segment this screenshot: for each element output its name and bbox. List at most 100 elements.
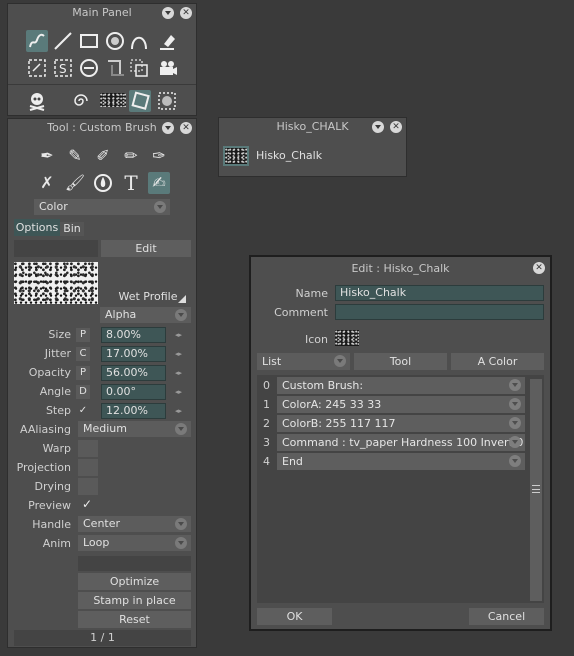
angle-arrows-icon[interactable]: ◂▸ bbox=[175, 387, 187, 397]
tab-options[interactable]: Options bbox=[14, 219, 60, 236]
hisko-brush-item[interactable]: Hisko_Chalk bbox=[223, 144, 403, 168]
brush-icon-preview[interactable] bbox=[335, 330, 359, 346]
reset-button[interactable]: Reset bbox=[78, 611, 191, 628]
text-icon[interactable]: T bbox=[120, 172, 142, 194]
list-item[interactable]: 2 ColorB: 255 117 117 bbox=[257, 415, 525, 432]
close-icon[interactable]: ✕ bbox=[180, 122, 192, 134]
step-arrows-icon[interactable]: ◂▸ bbox=[175, 406, 187, 416]
circle-icon[interactable] bbox=[104, 30, 126, 52]
close-icon[interactable]: ✕ bbox=[180, 7, 192, 19]
drop-icon[interactable] bbox=[92, 172, 114, 194]
opacity-pressure-toggle[interactable]: P bbox=[76, 366, 90, 380]
angle-field[interactable]: 0.00° bbox=[101, 384, 166, 400]
pencil-icon[interactable]: ✏ bbox=[120, 145, 142, 167]
param-jitter: Jitter C 17.00% ◂▸ bbox=[8, 345, 198, 364]
color-mode-select[interactable]: Color bbox=[34, 199, 170, 215]
list-select[interactable]: List bbox=[257, 353, 350, 370]
rectangle-icon[interactable] bbox=[78, 30, 100, 52]
ok-button[interactable]: OK bbox=[257, 608, 332, 625]
cancel-button[interactable]: Cancel bbox=[469, 608, 544, 625]
pen-nib-icon[interactable]: ✒ bbox=[36, 145, 58, 167]
warp-toggle[interactable] bbox=[78, 440, 98, 457]
eraser-icon[interactable] bbox=[156, 30, 178, 52]
camera-icon[interactable] bbox=[156, 57, 178, 79]
custom-brush-icon[interactable]: ✍ bbox=[148, 172, 170, 194]
anim-value: Loop bbox=[83, 536, 110, 549]
arc-icon[interactable] bbox=[128, 30, 150, 52]
line-icon[interactable] bbox=[52, 30, 74, 52]
step-checkbox[interactable]: ✓ bbox=[76, 404, 90, 418]
tab-bin[interactable]: Bin bbox=[60, 222, 84, 236]
chevron-down-icon bbox=[175, 423, 187, 435]
transform-icon[interactable] bbox=[129, 90, 151, 112]
scrollbar-grip-icon[interactable] bbox=[532, 485, 540, 493]
minimize-icon[interactable] bbox=[162, 122, 174, 134]
anim-select[interactable]: Loop bbox=[78, 535, 191, 551]
minimize-icon[interactable] bbox=[372, 121, 384, 133]
aaliasing-select[interactable]: Medium bbox=[78, 421, 191, 437]
crop-icon[interactable] bbox=[104, 57, 126, 79]
tool-panel-titlebar[interactable]: Tool : Custom Brush ✕ bbox=[8, 119, 196, 137]
list-item-value[interactable]: ColorA: 245 33 33 bbox=[277, 396, 525, 413]
spiral-icon[interactable] bbox=[70, 90, 92, 112]
list-item[interactable]: 4 End bbox=[257, 453, 525, 470]
panel-divider bbox=[8, 84, 196, 85]
list-item[interactable]: 0 Custom Brush: bbox=[257, 377, 525, 394]
hisko-panel-titlebar[interactable]: Hisko_CHALK ✕ bbox=[219, 118, 406, 136]
stamp-in-place-label: Stamp in place bbox=[93, 594, 176, 607]
paintbrush-icon[interactable]: 🖌︎ bbox=[64, 172, 86, 194]
minus-circle-icon[interactable] bbox=[78, 57, 100, 79]
layers-icon[interactable] bbox=[128, 57, 150, 79]
chevron-down-icon bbox=[175, 537, 187, 549]
freehand-draw-icon[interactable] bbox=[26, 30, 48, 52]
list-item-number: 1 bbox=[263, 398, 270, 411]
comment-field[interactable] bbox=[335, 304, 544, 320]
size-field[interactable]: 8.00% bbox=[101, 327, 166, 343]
step-field[interactable]: 12.00% bbox=[101, 403, 166, 419]
drying-toggle[interactable] bbox=[78, 478, 98, 495]
size-pressure-toggle[interactable]: P bbox=[76, 328, 90, 342]
opacity-field[interactable]: 56.00% bbox=[101, 365, 166, 381]
list-item-value[interactable]: ColorB: 255 117 117 bbox=[277, 415, 525, 432]
color-mode-value: Color bbox=[39, 200, 68, 213]
brush-preview[interactable] bbox=[100, 93, 126, 107]
minimize-icon[interactable] bbox=[162, 7, 174, 19]
list-item[interactable]: 3 Command : tv_paper Hardness 100 Invert… bbox=[257, 434, 525, 451]
list-item-value[interactable]: Custom Brush: bbox=[277, 377, 525, 394]
jitter-arrows-icon[interactable]: ◂▸ bbox=[175, 349, 187, 359]
list-item-value[interactable]: Command : tv_paper Hardness 100 Invert 0… bbox=[277, 434, 525, 451]
selection-freehand-icon[interactable] bbox=[26, 57, 48, 79]
wet-profile-corner bbox=[178, 295, 186, 303]
alpha-select[interactable]: Alpha bbox=[100, 307, 191, 323]
close-icon[interactable]: ✕ bbox=[390, 121, 402, 133]
airbrush-icon[interactable]: ✐ bbox=[92, 145, 114, 167]
name-field[interactable]: Hisko_Chalk bbox=[335, 285, 544, 301]
list-item-value[interactable]: End bbox=[277, 453, 525, 470]
marker-icon[interactable]: ✎ bbox=[64, 145, 86, 167]
a-color-button[interactable]: A Color bbox=[451, 353, 544, 370]
skull-icon[interactable] bbox=[26, 90, 48, 112]
angle-direction-toggle[interactable]: D bbox=[76, 385, 90, 399]
crossed-brush-icon[interactable]: ✗ bbox=[36, 172, 58, 194]
opacity-arrows-icon[interactable]: ◂▸ bbox=[175, 368, 187, 378]
close-icon[interactable]: ✕ bbox=[533, 262, 545, 274]
main-panel-titlebar[interactable]: Main Panel ✕ bbox=[8, 4, 196, 22]
tool-button[interactable]: Tool bbox=[354, 353, 447, 370]
selection-s-icon[interactable]: S bbox=[52, 57, 74, 79]
optimize-button[interactable]: Optimize bbox=[78, 573, 191, 590]
stamp-icon[interactable] bbox=[156, 90, 178, 112]
stamp-in-place-button[interactable]: Stamp in place bbox=[78, 592, 191, 609]
edit-dialog-titlebar[interactable]: Edit : Hisko_Chalk ✕ bbox=[251, 260, 550, 278]
wet-profile-label[interactable]: Wet Profile bbox=[108, 290, 188, 303]
edit-button[interactable]: Edit bbox=[101, 240, 191, 257]
list-scrollbar[interactable] bbox=[530, 379, 542, 601]
preview-checkbox[interactable]: ✓ bbox=[82, 497, 98, 513]
projection-toggle[interactable] bbox=[78, 459, 98, 476]
param-step: Step ✓ 12.00% ◂▸ bbox=[8, 402, 198, 421]
jitter-mode-toggle[interactable]: C bbox=[76, 347, 90, 361]
jitter-field[interactable]: 17.00% bbox=[101, 346, 166, 362]
size-arrows-icon[interactable]: ◂▸ bbox=[175, 330, 187, 340]
handle-select[interactable]: Center bbox=[78, 516, 191, 532]
list-item[interactable]: 1 ColorA: 245 33 33 bbox=[257, 396, 525, 413]
knife-icon[interactable]: ✑ bbox=[148, 145, 170, 167]
